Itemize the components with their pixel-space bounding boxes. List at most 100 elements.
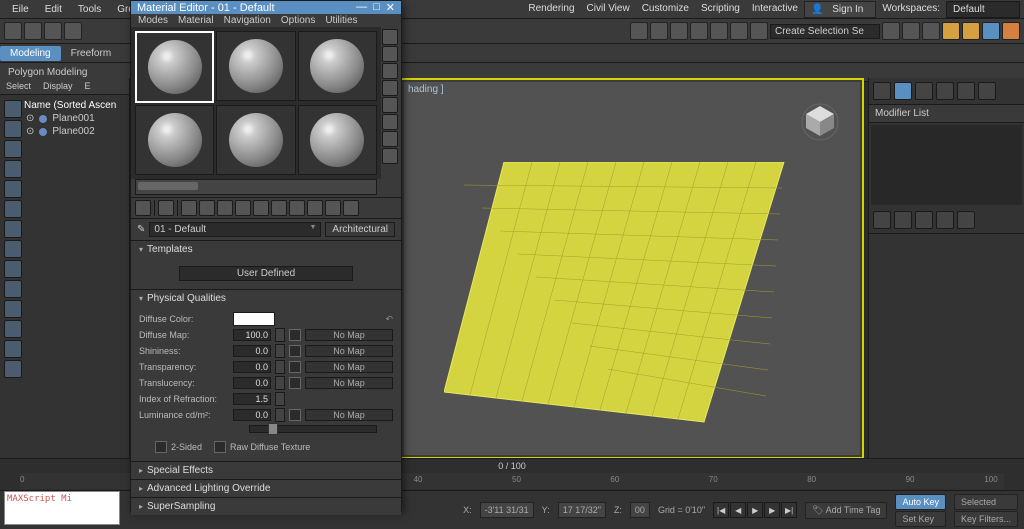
- goto-start-icon[interactable]: |◀: [713, 502, 729, 518]
- transparency-map-button[interactable]: No Map: [305, 361, 393, 373]
- material-type-button[interactable]: Architectural: [325, 222, 395, 237]
- modifier-stack[interactable]: [871, 125, 1022, 205]
- rollout-supersampling[interactable]: SuperSampling: [131, 497, 401, 515]
- luminance-map-button[interactable]: No Map: [305, 409, 393, 421]
- put-to-scene-icon[interactable]: [158, 200, 174, 216]
- sample-type-icon[interactable]: [382, 29, 398, 45]
- play-icon[interactable]: ▶: [747, 502, 763, 518]
- rollout-templates[interactable]: Templates: [131, 240, 401, 258]
- filter-all-icon[interactable]: [4, 300, 22, 318]
- setkey-button[interactable]: Set Key: [895, 511, 946, 527]
- sub-polygon-modeling[interactable]: Polygon Modeling: [8, 67, 88, 78]
- transparency-check[interactable]: [289, 361, 301, 373]
- filter-light-icon[interactable]: [4, 140, 22, 158]
- scene-item-plane001[interactable]: ⊙Plane001: [26, 112, 127, 125]
- scale-icon[interactable]: [670, 22, 688, 40]
- options-icon[interactable]: [382, 131, 398, 147]
- template-dropdown[interactable]: User Defined: [179, 266, 353, 281]
- menu-file[interactable]: Eile: [4, 2, 37, 17]
- sample-slot-1[interactable]: [135, 31, 214, 103]
- shininess-check[interactable]: [289, 345, 301, 357]
- teapot-icon[interactable]: [1002, 22, 1020, 40]
- ribbon-icon-1[interactable]: [882, 22, 900, 40]
- sample-slot-3[interactable]: [298, 31, 377, 101]
- filter-hidden-icon[interactable]: [4, 280, 22, 298]
- reset-icon[interactable]: ↶: [385, 314, 393, 325]
- spinner-icon[interactable]: [275, 344, 285, 358]
- shininess-value[interactable]: 0.0: [233, 345, 271, 357]
- signin-button[interactable]: 👤 Sign In: [804, 1, 876, 18]
- spinner-icon[interactable]: [275, 328, 285, 342]
- display-panel-icon[interactable]: [957, 82, 975, 100]
- material-id-icon[interactable]: [271, 200, 287, 216]
- diffuse-map-button[interactable]: No Map: [305, 329, 393, 341]
- maxscript-listener[interactable]: MAXScript Mi: [4, 491, 120, 525]
- tab-modeling[interactable]: Modeling: [0, 46, 61, 61]
- redo-icon[interactable]: [24, 22, 42, 40]
- ior-value[interactable]: 1.5: [233, 393, 271, 405]
- hierarchy-panel-icon[interactable]: [915, 82, 933, 100]
- minimize-icon[interactable]: —: [356, 1, 367, 14]
- sample-slot-4[interactable]: [135, 105, 214, 175]
- modify-panel-icon[interactable]: [894, 82, 912, 100]
- filter-bone-icon[interactable]: [4, 220, 22, 238]
- viewport[interactable]: hading ]: [400, 78, 864, 459]
- pin-stack-icon[interactable]: [873, 211, 891, 229]
- next-frame-icon[interactable]: ▶: [764, 502, 780, 518]
- undo-icon[interactable]: [4, 22, 22, 40]
- material-editor-titlebar[interactable]: Material Editor - 01 - Default —□✕: [131, 1, 401, 14]
- sample-slot-5[interactable]: [216, 105, 295, 175]
- spinner-icon[interactable]: [275, 408, 285, 422]
- me-menu-utilities[interactable]: Utilities: [320, 14, 362, 27]
- go-forward-icon[interactable]: [343, 200, 359, 216]
- coord-y-value[interactable]: 17 17/32": [558, 502, 606, 518]
- video-check-icon[interactable]: [382, 97, 398, 113]
- modifier-list-dropdown[interactable]: Modifier List: [869, 105, 1024, 123]
- render-setup-icon[interactable]: [942, 22, 960, 40]
- spinner-icon[interactable]: [750, 22, 768, 40]
- spinner-icon[interactable]: [275, 360, 285, 374]
- maximize-icon[interactable]: □: [373, 1, 380, 14]
- workspace-dropdown[interactable]: Default: [946, 1, 1020, 18]
- viewport-label[interactable]: hading ]: [408, 84, 444, 95]
- select-by-mat-icon[interactable]: [382, 148, 398, 164]
- render-frame-icon[interactable]: [962, 22, 980, 40]
- menu-civilview[interactable]: Civil View: [581, 1, 636, 18]
- sample-scroll-x[interactable]: [135, 179, 377, 195]
- transparency-value[interactable]: 0.0: [233, 361, 271, 373]
- scene-tab-select[interactable]: Select: [0, 78, 37, 94]
- sample-slot-6[interactable]: [298, 105, 377, 175]
- menu-tools[interactable]: Tools: [70, 2, 109, 17]
- scene-header[interactable]: Name (Sorted Ascen: [10, 99, 127, 112]
- remove-modifier-icon[interactable]: [936, 211, 954, 229]
- render-icon[interactable]: [982, 22, 1000, 40]
- show-end-result-icon[interactable]: [894, 211, 912, 229]
- ribbon-icon-2[interactable]: [902, 22, 920, 40]
- go-parent-icon[interactable]: [325, 200, 341, 216]
- get-material-icon[interactable]: [135, 200, 151, 216]
- menu-scripting[interactable]: Scripting: [695, 1, 746, 18]
- selected-dropdown[interactable]: Selected: [954, 494, 1018, 510]
- configure-sets-icon[interactable]: [957, 211, 975, 229]
- goto-end-icon[interactable]: ▶|: [781, 502, 797, 518]
- spinner-icon[interactable]: [275, 376, 285, 390]
- ribbon-icon-3[interactable]: [922, 22, 940, 40]
- percent-snap-icon[interactable]: [730, 22, 748, 40]
- show-map-icon[interactable]: [289, 200, 305, 216]
- motion-panel-icon[interactable]: [936, 82, 954, 100]
- menu-edit[interactable]: Edit: [37, 2, 70, 17]
- tab-freeform[interactable]: Freeform: [61, 46, 122, 61]
- spinner-icon[interactable]: [275, 392, 285, 406]
- filter-cam-icon[interactable]: [4, 160, 22, 178]
- plane-object[interactable]: [444, 162, 860, 455]
- add-time-tag[interactable]: 🏷 Add Time Tag: [805, 502, 887, 519]
- autokey-button[interactable]: Auto Key: [895, 494, 946, 510]
- diffuse-map-check[interactable]: [289, 329, 301, 341]
- diffuse-color-swatch[interactable]: [233, 312, 275, 326]
- prev-frame-icon[interactable]: ◀: [730, 502, 746, 518]
- show-end-icon[interactable]: [307, 200, 323, 216]
- filter-helper-icon[interactable]: [4, 180, 22, 198]
- luminance-slider[interactable]: [249, 425, 377, 433]
- filter-geo-icon[interactable]: [4, 100, 22, 118]
- me-menu-material[interactable]: Material: [173, 14, 219, 27]
